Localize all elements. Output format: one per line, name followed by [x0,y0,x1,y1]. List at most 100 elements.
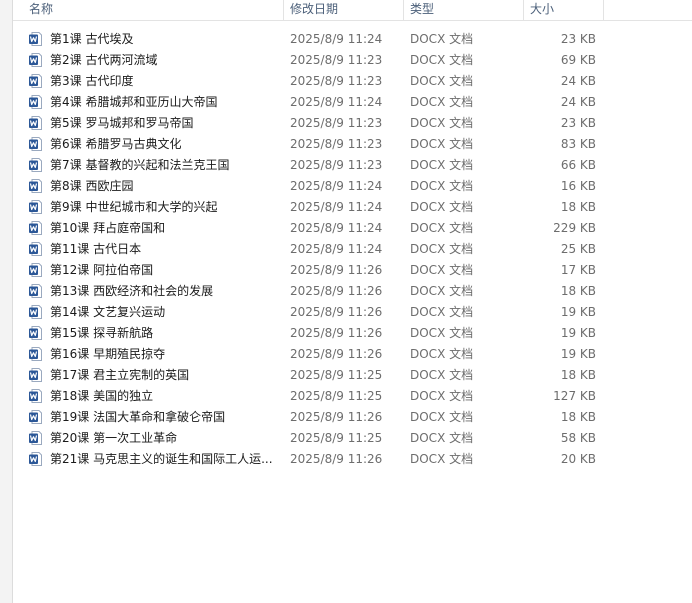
file-name[interactable]: 第5课 罗马城邦和罗马帝国 [50,113,272,134]
file-name[interactable]: 第14课 文艺复兴运动 [50,302,272,323]
file-size: 25 KB [560,242,596,256]
file-row[interactable]: 第20课 第一次工业革命 2025/8/9 11:25 DOCX 文档 58 KB [13,428,692,449]
file-row[interactable]: 第11课 古代日本 2025/8/9 11:24 DOCX 文档 25 KB [13,239,692,260]
file-row[interactable]: 第21课 马克思主义的诞生和国际工人运... 2025/8/9 11:26 DOCX… [13,449,692,470]
file-type: DOCX 文档 [410,431,474,445]
file-type: DOCX 文档 [410,95,474,109]
column-header-date[interactable]: 修改日期 [290,0,338,20]
file-size: 18 KB [560,368,596,382]
file-modified-date: 2025/8/9 11:26 [290,452,383,466]
word-document-icon [29,347,42,361]
word-document-icon [29,116,42,130]
column-divider[interactable] [603,0,604,20]
file-name[interactable]: 第12课 阿拉伯帝国 [50,260,272,281]
word-document-icon [29,431,42,445]
file-row[interactable]: 第6课 希腊罗马古典文化 2025/8/9 11:23 DOCX 文档 83 KB [13,134,692,155]
file-name[interactable]: 第16课 早期殖民掠夺 [50,344,272,365]
file-row[interactable]: 第5课 罗马城邦和罗马帝国 2025/8/9 11:23 DOCX 文档 23 KB [13,113,692,134]
file-size: 83 KB [560,137,596,151]
file-name[interactable]: 第4课 希腊城邦和亚历山大帝国 [50,92,272,113]
file-row[interactable]: 第15课 探寻新航路 2025/8/9 11:26 DOCX 文档 19 KB [13,323,692,344]
file-size: 16 KB [560,179,596,193]
file-type: DOCX 文档 [410,263,474,277]
file-row[interactable]: 第16课 早期殖民掠夺 2025/8/9 11:26 DOCX 文档 19 KB [13,344,692,365]
file-size: 19 KB [560,326,596,340]
file-name[interactable]: 第8课 西欧庄园 [50,176,272,197]
file-row[interactable]: 第7课 基督教的兴起和法兰克王国 2025/8/9 11:23 DOCX 文档 66 … [13,155,692,176]
column-header-type[interactable]: 类型 [410,0,434,20]
word-document-icon [29,74,42,88]
word-document-icon [29,326,42,340]
file-size: 18 KB [560,284,596,298]
file-row[interactable]: 第4课 希腊城邦和亚历山大帝国 2025/8/9 11:24 DOCX 文档 24 K… [13,92,692,113]
file-row[interactable]: 第8课 西欧庄园 2025/8/9 11:24 DOCX 文档 16 KB [13,176,692,197]
file-name[interactable]: 第6课 希腊罗马古典文化 [50,134,272,155]
navigation-pane-edge [0,0,13,603]
file-row[interactable]: 第19课 法国大革命和拿破仑帝国 2025/8/9 11:26 DOCX 文档 18 … [13,407,692,428]
word-document-icon [29,53,42,67]
file-type: DOCX 文档 [410,137,474,151]
file-row[interactable]: 第12课 阿拉伯帝国 2025/8/9 11:26 DOCX 文档 17 KB [13,260,692,281]
column-divider[interactable] [283,0,284,20]
file-modified-date: 2025/8/9 11:26 [290,263,383,277]
file-name[interactable]: 第19课 法国大革命和拿破仑帝国 [50,407,272,428]
file-size: 229 KB [553,221,596,235]
column-header-name[interactable]: 名称 [29,0,53,20]
column-divider[interactable] [523,0,524,20]
file-name[interactable]: 第7课 基督教的兴起和法兰克王国 [50,155,272,176]
file-size: 24 KB [560,74,596,88]
file-modified-date: 2025/8/9 11:26 [290,305,383,319]
file-type: DOCX 文档 [410,305,474,319]
word-document-icon [29,242,42,256]
word-document-icon [29,95,42,109]
file-type: DOCX 文档 [410,158,474,172]
file-row[interactable]: 第17课 君主立宪制的英国 2025/8/9 11:25 DOCX 文档 18 KB [13,365,692,386]
file-size: 58 KB [560,431,596,445]
word-document-icon [29,305,42,319]
file-type: DOCX 文档 [410,200,474,214]
column-divider[interactable] [403,0,404,20]
file-row[interactable]: 第13课 西欧经济和社会的发展 2025/8/9 11:26 DOCX 文档 18 K… [13,281,692,302]
word-document-icon [29,32,42,46]
file-name[interactable]: 第13课 西欧经济和社会的发展 [50,281,272,302]
file-name[interactable]: 第18课 美国的独立 [50,386,272,407]
file-row[interactable]: 第14课 文艺复兴运动 2025/8/9 11:26 DOCX 文档 19 KB [13,302,692,323]
file-row[interactable]: 第9课 中世纪城市和大学的兴起 2025/8/9 11:24 DOCX 文档 18 K… [13,197,692,218]
file-name[interactable]: 第17课 君主立宪制的英国 [50,365,272,386]
word-document-icon [29,263,42,277]
file-modified-date: 2025/8/9 11:26 [290,347,383,361]
file-name[interactable]: 第20课 第一次工业革命 [50,428,272,449]
file-size: 17 KB [560,263,596,277]
column-header-size[interactable]: 大小 [530,0,554,20]
file-name[interactable]: 第3课 古代印度 [50,71,272,92]
file-type: DOCX 文档 [410,347,474,361]
word-document-icon [29,284,42,298]
file-type: DOCX 文档 [410,242,474,256]
file-name[interactable]: 第2课 古代两河流域 [50,50,272,71]
file-type: DOCX 文档 [410,221,474,235]
file-name[interactable]: 第1课 古代埃及 [50,29,272,50]
file-size: 18 KB [560,410,596,424]
file-row[interactable]: 第3课 古代印度 2025/8/9 11:23 DOCX 文档 24 KB [13,71,692,92]
file-type: DOCX 文档 [410,179,474,193]
file-row[interactable]: 第10课 拜占庭帝国和 2025/8/9 11:24 DOCX 文档 229 KB [13,218,692,239]
file-name[interactable]: 第9课 中世纪城市和大学的兴起 [50,197,272,218]
file-size: 18 KB [560,200,596,214]
file-row[interactable]: 第18课 美国的独立 2025/8/9 11:25 DOCX 文档 127 KB [13,386,692,407]
file-modified-date: 2025/8/9 11:25 [290,431,383,445]
file-modified-date: 2025/8/9 11:24 [290,221,383,235]
file-row[interactable]: 第1课 古代埃及 2025/8/9 11:24 DOCX 文档 23 KB [13,29,692,50]
file-type: DOCX 文档 [410,74,474,88]
file-type: DOCX 文档 [410,410,474,424]
file-modified-date: 2025/8/9 11:26 [290,410,383,424]
file-size: 69 KB [560,53,596,67]
file-size: 19 KB [560,305,596,319]
file-row[interactable]: 第2课 古代两河流域 2025/8/9 11:23 DOCX 文档 69 KB [13,50,692,71]
word-document-icon [29,368,42,382]
file-name[interactable]: 第11课 古代日本 [50,239,272,260]
word-document-icon [29,410,42,424]
file-list: 第1课 古代埃及 2025/8/9 11:24 DOCX 文档 23 KB 第2课 古代… [13,29,692,470]
file-name[interactable]: 第10课 拜占庭帝国和 [50,218,272,239]
file-name[interactable]: 第15课 探寻新航路 [50,323,272,344]
file-name[interactable]: 第21课 马克思主义的诞生和国际工人运... [50,449,272,470]
